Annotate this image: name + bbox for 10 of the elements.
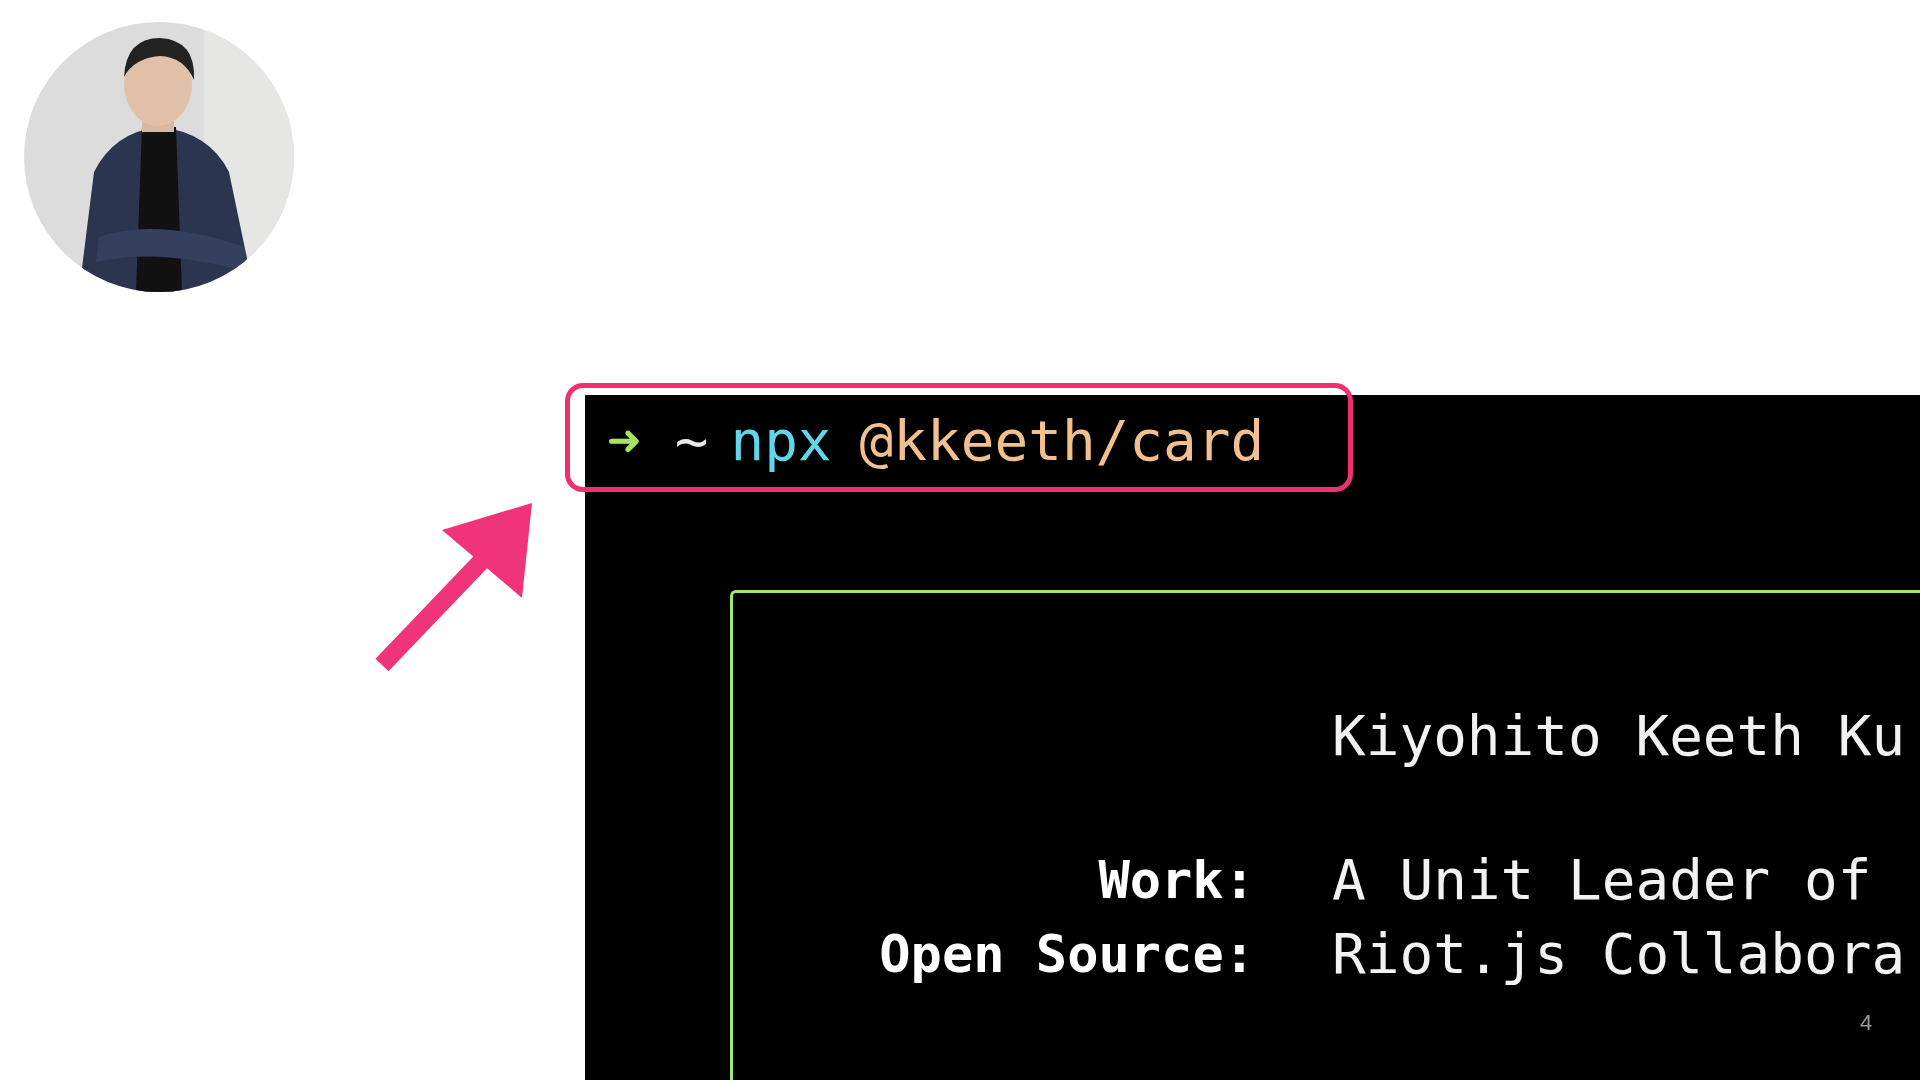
prompt-symbol: ➜ — [607, 407, 641, 473]
page-number: 4 — [1860, 1010, 1873, 1036]
field-value: Riot.js Collabora — [1332, 921, 1906, 987]
command-name: npx — [730, 407, 832, 473]
field-value: A Unit Leader of — [1332, 847, 1873, 913]
prompt-directory: ~ — [674, 407, 709, 473]
profile-name: Kiyohito Keeth Ku — [1332, 703, 1906, 769]
command-argument: @kkeeth/card — [859, 407, 1265, 473]
field-label: Work: — [1098, 849, 1255, 912]
field-label: Open Source: — [879, 923, 1255, 986]
